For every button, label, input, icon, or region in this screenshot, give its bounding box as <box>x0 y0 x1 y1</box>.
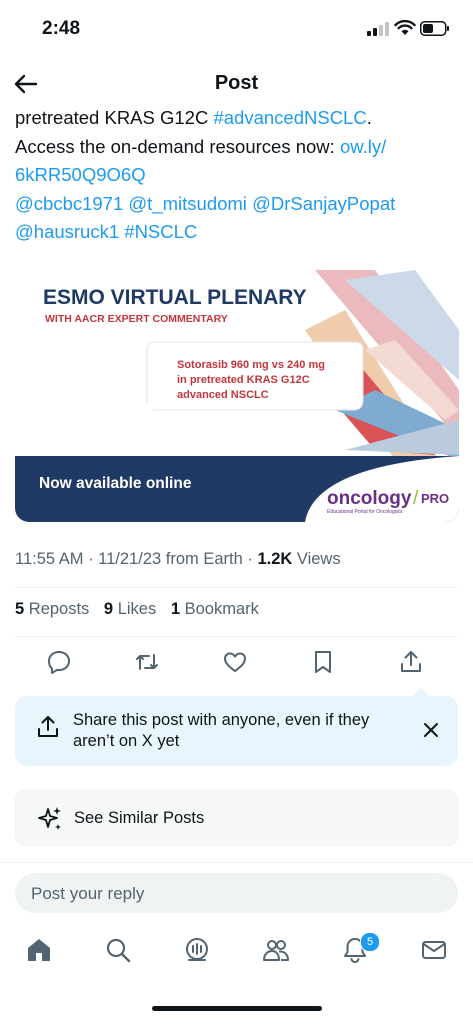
share-icon[interactable] <box>398 649 424 675</box>
home-icon[interactable] <box>25 936 53 964</box>
repost-icon[interactable] <box>134 649 160 675</box>
communities-icon[interactable] <box>262 936 290 964</box>
bookmarks-label: Bookmark <box>184 600 259 618</box>
reply-icon[interactable] <box>46 649 72 675</box>
post-image[interactable]: ESMO VIRTUAL PLENARY WITH AACR EXPERT CO… <box>15 270 459 522</box>
grok-spaces-icon[interactable] <box>183 936 211 964</box>
brand-tagline: Educational Portal for Oncologists <box>327 509 403 515</box>
divider <box>0 862 473 863</box>
post-text: pretreated KRAS G12C #advancedNSCLC. Acc… <box>15 104 465 247</box>
wifi-icon <box>394 20 416 35</box>
bookmarks-count: 1 <box>170 600 180 618</box>
mention-link[interactable]: @hausruck1 <box>15 221 119 242</box>
page-title: Post <box>214 72 259 94</box>
divider <box>15 636 458 637</box>
divider <box>15 587 458 588</box>
search-icon[interactable] <box>104 936 132 964</box>
cellular-signal-icon <box>367 22 389 36</box>
promo-title: ESMO VIRTUAL PLENARY <box>43 286 307 309</box>
bubble-line: Sotorasib 960 mg vs 240 mg <box>177 359 325 371</box>
mention-link[interactable]: @DrSanjayPopat <box>252 193 395 214</box>
url-link[interactable]: ow.ly/ <box>340 136 386 157</box>
sparkle-icon <box>38 807 61 830</box>
top-header: Post <box>0 60 473 110</box>
hashtag-link[interactable]: #advancedNSCLC <box>213 107 366 128</box>
messages-envelope-icon[interactable] <box>420 936 448 964</box>
post-timestamp: 11:55 AM · 11/21/23 from Earth · <box>15 550 258 568</box>
engagement-stats: 5 Reposts 9 Likes 1 Bookmark <box>15 600 269 619</box>
bottom-tab-bar <box>0 930 473 980</box>
brand-slash: / <box>413 488 419 509</box>
views-count: 1.2K <box>257 550 293 568</box>
bookmark-icon[interactable] <box>310 649 336 675</box>
banner-text: Now available online <box>39 475 192 492</box>
hashtag-link[interactable]: #NSCLC <box>124 221 197 242</box>
likes-label: Likes <box>117 600 157 618</box>
bookmarks-stat[interactable]: 1 Bookmark <box>171 600 259 618</box>
see-similar-posts-button[interactable]: See Similar Posts <box>15 790 458 846</box>
brand-oncology: oncology <box>327 488 412 509</box>
status-bar: 2:48 <box>0 0 473 60</box>
notification-badge: 5 <box>360 932 380 952</box>
reposts-stat[interactable]: 5 Reposts <box>15 600 89 618</box>
brand-pro: PRO <box>421 491 449 506</box>
post-metadata: 11:55 AM · 11/21/23 from Earth · 1.2K Vi… <box>15 550 341 569</box>
reply-box <box>15 873 458 915</box>
reposts-label: Reposts <box>28 600 90 618</box>
bubble-line: advanced NSCLC <box>177 389 269 401</box>
close-icon[interactable] <box>421 720 441 740</box>
home-indicator <box>152 1006 322 1011</box>
mention-link[interactable]: @cbcbc1971 <box>15 193 123 214</box>
reply-input[interactable] <box>29 873 443 915</box>
url-link-continued[interactable]: 6kRR50Q9O6Q <box>15 164 146 185</box>
share-upload-icon <box>38 716 58 737</box>
share-prompt-card: Share this post with anyone, even if the… <box>15 688 458 766</box>
mention-link[interactable]: @t_mitsudomi <box>128 193 247 214</box>
views-label: Views <box>292 550 341 568</box>
share-prompt-text: Share this post with anyone, even if the… <box>73 711 370 750</box>
share-card-pointer <box>413 688 429 696</box>
promo-graphic: ESMO VIRTUAL PLENARY WITH AACR EXPERT CO… <box>15 270 459 522</box>
status-time: 2:48 <box>42 18 81 39</box>
action-bar <box>0 646 473 678</box>
bubble-line: in pretreated KRAS G12C <box>177 374 310 386</box>
see-similar-posts-label: See Similar Posts <box>74 809 205 827</box>
likes-count: 9 <box>103 600 114 618</box>
post-text-line: Access the on-demand resources now: <box>15 135 340 157</box>
post-text-punct: . <box>366 107 372 128</box>
likes-stat[interactable]: 9 Likes <box>104 600 156 618</box>
battery-icon <box>420 21 449 36</box>
post-text-line: pretreated KRAS G12C <box>15 107 214 128</box>
reposts-count: 5 <box>15 600 25 618</box>
promo-subtitle: WITH AACR EXPERT COMMENTARY <box>45 313 228 325</box>
like-heart-icon[interactable] <box>222 649 248 675</box>
